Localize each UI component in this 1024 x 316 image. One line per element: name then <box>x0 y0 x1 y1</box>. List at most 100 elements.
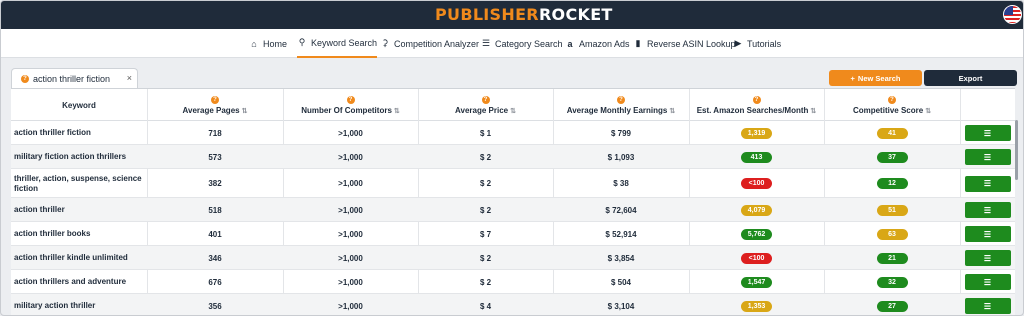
plus-icon: + <box>850 73 855 83</box>
table-row[interactable]: thriller, action, suspense, science fict… <box>11 169 1015 198</box>
table-row[interactable]: action thriller 518 >1,000 $ 2 $ 72,604 4,079… <box>11 198 1015 222</box>
details-button[interactable]: ☰ <box>964 250 1011 266</box>
score-badge: 41 <box>876 127 908 139</box>
cell-est-amazon-searches: 1,353 <box>689 294 824 315</box>
sort-icon[interactable]: ⇅ <box>810 108 816 115</box>
details-button[interactable]: ☰ <box>964 202 1011 218</box>
cell-number-of-competitors: >1,000 <box>338 152 363 162</box>
searches-badge: 1,353 <box>741 300 772 312</box>
export-button[interactable]: Export <box>924 70 1017 86</box>
searches-badge: 1,547 <box>741 276 772 288</box>
cell-average-pages: 382 <box>208 179 222 188</box>
searches-badge: 413 <box>741 151 772 163</box>
cell-average-monthly-earnings: $ 38 <box>613 179 629 188</box>
cell-est-amazon-searches: <100 <box>689 169 824 198</box>
cell-competitive-score: 21 <box>824 246 960 270</box>
cell-est-amazon-searches: 413 <box>689 145 824 169</box>
cell-keyword: military fiction action thrillers <box>14 152 127 161</box>
publisher-rocket-logo[interactable]: PUBLISHERROCKET <box>435 5 613 25</box>
sort-icon[interactable]: ⇅ <box>669 108 675 115</box>
cell-average-price: $ 2 <box>479 205 492 215</box>
cell-average-pages: 676 <box>208 277 222 287</box>
details-button[interactable]: ☰ <box>964 149 1011 165</box>
cell-average-pages: 356 <box>208 301 222 311</box>
info-icon[interactable]: ? <box>346 95 355 104</box>
cell-average-price: $ 4 <box>479 301 492 311</box>
cell-average-pages: 573 <box>208 152 222 162</box>
cell-keyword: action thriller <box>14 205 65 214</box>
cell-average-pages: 518 <box>208 205 222 215</box>
sort-icon[interactable]: ⇅ <box>925 108 931 115</box>
table-row[interactable]: action thrillers and adventure 676 >1,000 $… <box>11 270 1015 294</box>
info-icon[interactable]: ? <box>617 95 625 104</box>
sort-icon[interactable]: ⇅ <box>394 108 400 115</box>
new-search-button[interactable]: + New Search <box>829 70 922 86</box>
app-window: PUBLISHERROCKET ⌂ Home ⚲ Keyword Search … <box>0 0 1024 316</box>
us-flag-icon[interactable] <box>1003 5 1022 24</box>
table-row[interactable]: action thriller books 401 >1,000 $ 7 $ 52,91… <box>11 222 1015 246</box>
nav-keyword-search[interactable]: ⚲ Keyword Search <box>297 29 378 58</box>
searches-badge: <100 <box>741 252 772 264</box>
cell-average-monthly-earnings: $ 52,914 <box>605 229 637 239</box>
cell-keyword: action thriller kindle unlimited <box>14 253 128 262</box>
score-badge: 12 <box>876 178 908 189</box>
award-icon: ⚳ <box>381 38 389 48</box>
searches-badge: 1,319 <box>741 127 772 139</box>
info-icon[interactable]: ? <box>481 95 490 104</box>
close-icon[interactable]: × <box>127 73 132 83</box>
cell-average-monthly-earnings: $ 1,093 <box>607 152 635 162</box>
cell-average-price: $ 2 <box>479 152 492 162</box>
info-icon[interactable]: ? <box>752 95 761 104</box>
score-badge: 63 <box>876 228 908 240</box>
nav-category-search[interactable]: ☰ Category Search <box>481 29 563 58</box>
sort-icon[interactable]: ⇅ <box>510 108 516 115</box>
nav-amazon-ads[interactable]: a Amazon Ads <box>565 29 629 58</box>
sort-icon[interactable]: ⇅ <box>242 108 248 115</box>
info-icon[interactable]: ? <box>211 95 219 104</box>
table-header: Keyword ? Average Pages ⇅? Number Of Competi… <box>11 89 1015 121</box>
cell-competitive-score: 12 <box>824 169 960 198</box>
cell-competitive-score: 32 <box>824 270 960 294</box>
nav-tutorials[interactable]: ▶ Tutorials <box>733 29 782 58</box>
details-button[interactable]: ☰ <box>964 274 1011 290</box>
header-competitive-score[interactable]: ? Competitive Score ⇅ <box>824 89 960 121</box>
nav-competition-analyzer[interactable]: ⚳ Competition Analyzer <box>380 29 479 58</box>
cell-action: ☰ <box>960 270 1015 294</box>
info-icon: ? <box>21 74 29 83</box>
details-button[interactable]: ☰ <box>964 298 1011 314</box>
home-icon: ⌂ <box>251 38 257 49</box>
header-average-pages[interactable]: ? Average Pages ⇅ <box>147 89 283 121</box>
cell-average-monthly-earnings: $ 504 <box>610 277 632 287</box>
cell-est-amazon-searches: 5,762 <box>689 222 824 246</box>
details-button[interactable]: ☰ <box>964 175 1011 192</box>
cell-average-price: $ 7 <box>479 229 492 239</box>
table-row[interactable]: action thriller fiction 718 >1,000 $ 1 $ 799… <box>11 121 1015 145</box>
nav-reverse-asin-lookup[interactable]: ▮ Reverse ASIN Lookup <box>633 29 736 58</box>
cell-action: ☰ <box>960 222 1015 246</box>
table-row[interactable]: military fiction action thrillers 573 >1,0… <box>11 145 1015 169</box>
search-result-tab[interactable]: ? action thriller fiction × <box>11 68 138 88</box>
score-badge: 51 <box>876 204 908 216</box>
header-average-monthly-earnings[interactable]: ? Average Monthly Earnings ⇅ <box>553 89 689 121</box>
table-row[interactable]: action thriller kindle unlimited 346 >1,00… <box>11 246 1015 270</box>
cell-action: ☰ <box>960 246 1015 270</box>
cell-number-of-competitors: >1,000 <box>338 205 363 215</box>
scrollbar[interactable] <box>1015 120 1018 180</box>
table-row[interactable]: military action thriller 356 >1,000 $ 4 $ 3,… <box>11 294 1015 315</box>
info-icon[interactable]: ? <box>888 95 896 104</box>
cell-est-amazon-searches: 1,319 <box>689 121 824 145</box>
header-number-of-competitors[interactable]: ? Number Of Competitors ⇅ <box>283 89 418 121</box>
cell-competitive-score: 27 <box>824 294 960 315</box>
cell-average-pages: 401 <box>208 229 222 239</box>
cell-keyword: military action thriller <box>14 301 96 310</box>
cell-number-of-competitors: >1,000 <box>338 179 363 188</box>
nav-home[interactable]: ⌂ Home <box>249 29 287 58</box>
cell-action: ☰ <box>960 294 1015 315</box>
header-est-amazon-searches[interactable]: ? Est. Amazon Searches/Month ⇅ <box>689 89 824 121</box>
details-button[interactable]: ☰ <box>964 226 1011 242</box>
header-average-price[interactable]: ? Average Price ⇅ <box>418 89 553 121</box>
details-button[interactable]: ☰ <box>964 125 1011 141</box>
cell-action: ☰ <box>960 169 1015 198</box>
results-table: Keyword ? Average Pages ⇅? Number Of Competi… <box>11 88 1015 315</box>
cell-number-of-competitors: >1,000 <box>338 277 363 287</box>
